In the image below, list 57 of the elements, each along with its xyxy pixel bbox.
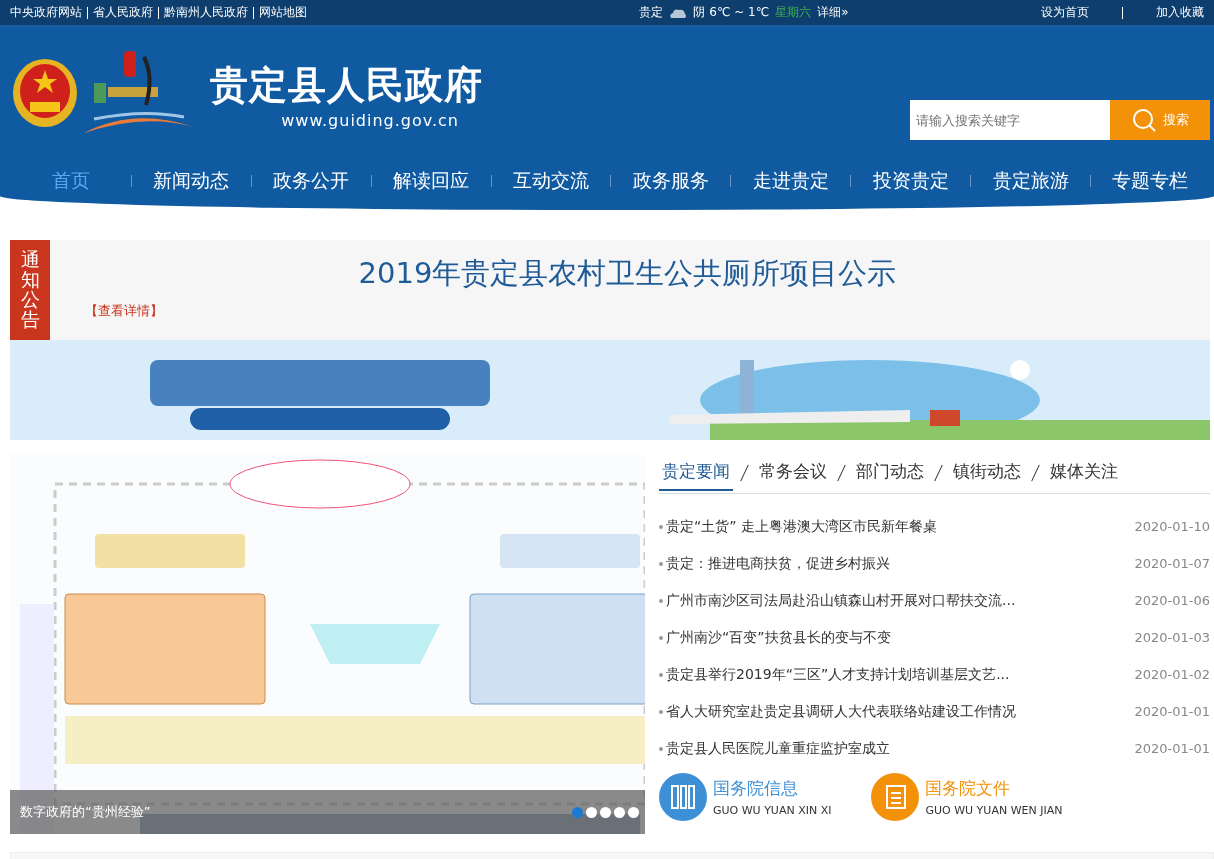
slide-dot[interactable]	[614, 806, 625, 818]
news-date: 2020-01-10	[1134, 519, 1210, 534]
weather-detail-link[interactable]: 详细»	[817, 4, 849, 21]
news-date: 2020-01-03	[1134, 630, 1210, 645]
top-link[interactable]: 网站地图	[259, 4, 307, 21]
news-link[interactable]: 省人大研究室赴贵定县调研人大代表联络站建设工作情况	[659, 702, 1016, 721]
search-field[interactable]: 请输入搜索关键字	[910, 100, 1110, 140]
news-tab[interactable]: 镇街动态	[950, 454, 1024, 491]
notice-more-link[interactable]: 【查看详情】	[85, 302, 163, 320]
quick-link-pinyin: GUO WU YUAN WEN JIAN	[925, 804, 1063, 817]
top-link[interactable]: 省人民政府	[93, 4, 153, 21]
site-url: www.guiding.gov.cn	[281, 111, 459, 130]
nav-tab[interactable]: 政务公开	[251, 168, 371, 194]
slide-dot[interactable]	[572, 806, 583, 818]
action-link[interactable]: 加入收藏	[1156, 4, 1204, 21]
quick-link-pinyin: GUO WU YUAN XIN XI	[713, 804, 832, 817]
news-link[interactable]: 贵定县举行2019年“三区”人才支持计划培训基层文艺...	[659, 665, 1010, 684]
slide-dot[interactable]	[600, 806, 611, 818]
search-icon	[1131, 107, 1157, 133]
news-link[interactable]: 贵定“土货” 走上粤港澳大湾区市民新年餐桌	[659, 517, 937, 536]
news-link[interactable]: 贵定县人民医院儿童重症监护室成立	[659, 739, 890, 758]
nav-tab[interactable]: 新闻动态	[131, 168, 251, 194]
slide-dot[interactable]	[628, 806, 639, 818]
top-link[interactable]: 中央政府网站	[10, 4, 82, 21]
news-date: 2020-01-06	[1134, 593, 1210, 608]
news-date: 2020-01-07	[1134, 556, 1210, 571]
news-date: 2020-01-02	[1134, 667, 1210, 682]
news-tab[interactable]: 常务会议	[756, 454, 830, 491]
slide-dot[interactable]	[586, 806, 597, 818]
site-name: 贵定县人民政府	[210, 62, 483, 109]
emblem-icon	[12, 58, 78, 128]
building-icon[interactable]	[659, 773, 707, 821]
news-tab[interactable]: 贵定要闻	[659, 454, 733, 491]
news-link[interactable]: 广州南沙“百变”扶贫县长的变与不变	[659, 628, 891, 647]
city-label: 贵定	[639, 4, 664, 21]
action-link[interactable]: 设为首页	[1041, 4, 1089, 21]
nav-tab[interactable]: 解读回应	[371, 168, 491, 194]
news-link[interactable]: 贵定：推进电商扶贫，促进乡村振兴	[659, 554, 890, 573]
news-link[interactable]: 广州市南沙区司法局赴沿山镇森山村开展对口帮扶交流...	[659, 591, 1016, 610]
news-tab[interactable]: 媒体关注	[1047, 454, 1121, 491]
quick-link-title[interactable]: 国务院信息	[713, 777, 832, 800]
nav-tab[interactable]: 互动交流	[491, 168, 611, 194]
top-link[interactable]: 黔南州人民政府	[164, 4, 248, 21]
news-date: 2020-01-01	[1134, 741, 1210, 756]
notice-tag: 通知公告	[10, 240, 50, 340]
nav-tab[interactable]: 投资贵定	[851, 168, 971, 194]
news-date: 2020-01-01	[1134, 704, 1210, 719]
nav-tab[interactable]: 走进贵定	[731, 168, 851, 194]
news-tab[interactable]: 部门动态	[853, 454, 927, 491]
nav-tab[interactable]: 专题专栏	[1091, 168, 1210, 194]
cloud-icon	[669, 7, 688, 18]
weather-text: 阴 6℃ ~ 1℃	[693, 4, 770, 21]
weekday-text: 星期六	[775, 4, 812, 21]
nav-tab[interactable]: 贵定旅游	[971, 168, 1091, 194]
slide-caption: 数字政府的“贵州经验”	[20, 803, 151, 821]
nav-tab[interactable]: 政务服务	[611, 168, 731, 194]
notice-title[interactable]: 2019年贵定县农村卫生公共厕所项目公示	[85, 254, 1210, 294]
